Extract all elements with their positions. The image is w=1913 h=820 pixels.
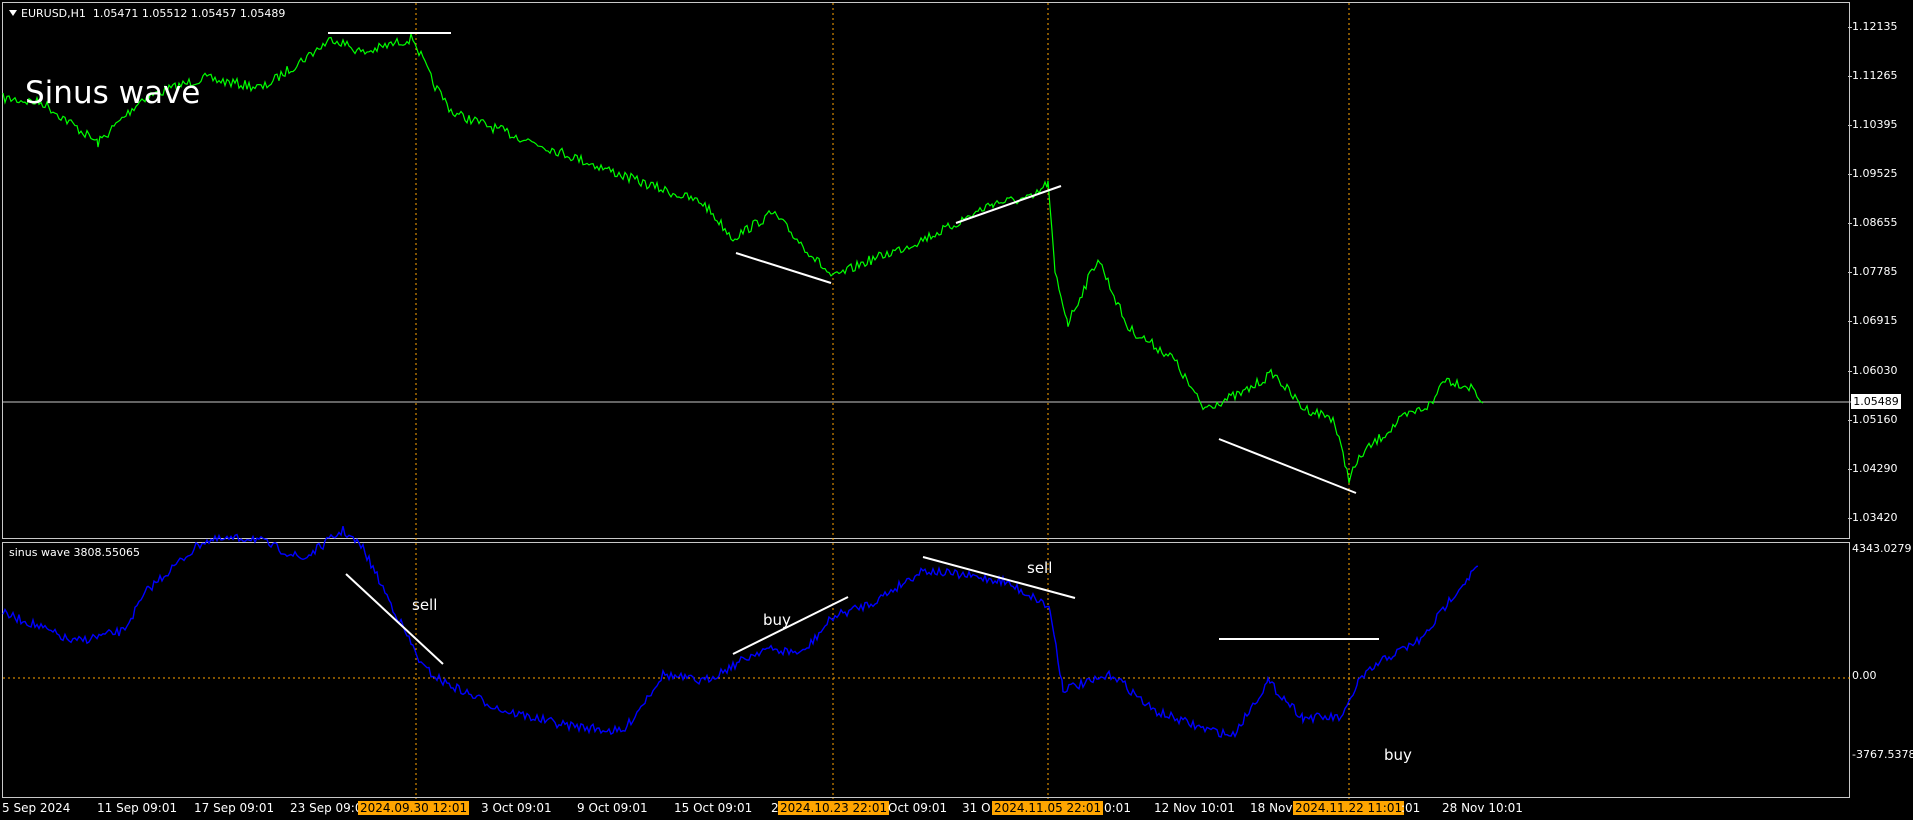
time-marker-highlight: 2024.09.30 12:01: [358, 801, 470, 815]
annotation-sell: sell: [1027, 559, 1053, 577]
indicator-canvas: [2, 526, 1851, 799]
time-marker-highlight: 2024.11.05 22:01: [992, 801, 1104, 815]
price-tick: 1.03420: [1848, 511, 1898, 524]
price-tick: 1.10395: [1848, 118, 1898, 131]
price-tick: 1.12135: [1848, 20, 1898, 33]
time-tick: 5 Sep 2024: [2, 801, 71, 815]
time-tick: :01: [1401, 801, 1421, 815]
indicator-min-tick: -3767.5378: [1852, 748, 1913, 761]
time-tick: 17 Sep 09:01: [194, 801, 275, 815]
indicator-series-line: [2, 526, 1479, 739]
annotation-sell: sell: [412, 596, 438, 614]
indicator-zero-tick: 0.00: [1852, 669, 1877, 682]
symbol-header[interactable]: EURUSD,H1 1.05471 1.05512 1.05457 1.0548…: [9, 7, 285, 20]
time-tick: 9 Oct 09:01: [577, 801, 648, 815]
indicator-header: sinus wave 3808.55065: [9, 546, 140, 559]
indicator-pane[interactable]: sinus wave 3808.55065: [2, 526, 1851, 799]
annotation-buy: buy: [763, 611, 791, 629]
time-marker-highlight: 2024.10.23 22:01: [778, 801, 890, 815]
time-tick: 0:01: [1104, 801, 1131, 815]
chart-title-overlay: Sinus wave: [25, 75, 201, 111]
trendline: [955, 185, 1062, 224]
dropdown-triangle-icon[interactable]: [9, 10, 17, 16]
time-tick: 31 O: [962, 801, 991, 815]
time-tick: 18 Nov: [1250, 801, 1293, 815]
time-tick: 3 Oct 09:01: [481, 801, 552, 815]
price-series-line: [2, 33, 1484, 484]
time-tick: 12 Nov 10:01: [1154, 801, 1235, 815]
indicator-max-tick: 4343.0279: [1852, 542, 1912, 555]
current-price-label: 1.05489: [1851, 394, 1901, 409]
time-marker-highlight: 2024.11.22 11:01: [1293, 801, 1405, 815]
time-tick: Oct 09:01: [888, 801, 948, 815]
price-chart-pane[interactable]: EURUSD,H1 1.05471 1.05512 1.05457 1.0548…: [2, 2, 1851, 540]
symbol-header-text: EURUSD,H1 1.05471 1.05512 1.05457 1.0548…: [21, 7, 286, 20]
price-tick: 1.04290: [1848, 462, 1898, 475]
price-tick: 1.05160: [1848, 413, 1898, 426]
price-tick: 1.06915: [1848, 314, 1898, 327]
price-tick: 1.06030: [1848, 364, 1898, 377]
price-tick: 1.07785: [1848, 265, 1898, 278]
time-tick: 15 Oct 09:01: [674, 801, 753, 815]
time-tick: 23 Sep 09:0: [290, 801, 363, 815]
time-tick: 11 Sep 09:01: [97, 801, 178, 815]
price-chart-canvas: [2, 3, 1851, 540]
trendline: [345, 573, 444, 665]
price-tick: 1.09525: [1848, 167, 1898, 180]
annotation-buy: buy: [1384, 746, 1412, 764]
trendline: [1218, 438, 1357, 494]
price-tick: 1.11265: [1848, 69, 1898, 82]
time-tick: 28 Nov 10:01: [1442, 801, 1523, 815]
price-tick: 1.08655: [1848, 216, 1898, 229]
